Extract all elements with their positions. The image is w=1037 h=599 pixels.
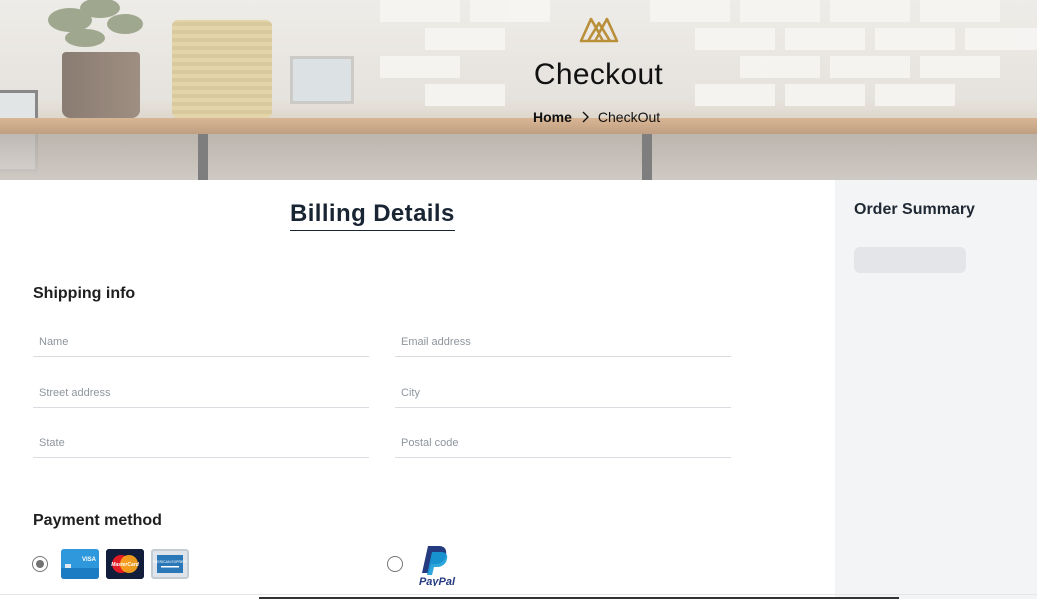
page-title: Checkout (533, 58, 664, 91)
order-summary-heading: Order Summary (854, 201, 975, 218)
postal-code-input[interactable] (395, 423, 731, 458)
paypal-logo-text: PayPal (419, 576, 456, 586)
mastercard-logo-text: MasterCard (111, 562, 139, 568)
name-input[interactable] (33, 322, 369, 357)
order-summary-panel: Order Summary (835, 180, 1037, 599)
breadcrumb-home-link[interactable]: Home (533, 109, 572, 125)
breadcrumb-current: CheckOut (597, 109, 661, 125)
hero-banner: Checkout Home CheckOut (0, 0, 1037, 180)
payment-method-heading: Payment method (33, 512, 162, 529)
billing-details-heading: Billing Details (290, 200, 455, 231)
street-address-input[interactable] (33, 373, 369, 408)
chevron-right-icon (582, 111, 589, 123)
visa-logo-text: VISA (82, 557, 97, 563)
breadcrumb: Home CheckOut (533, 109, 660, 125)
order-summary-loading-placeholder (854, 247, 966, 273)
shipping-info-heading: Shipping info (33, 285, 136, 302)
brand-mountain-icon[interactable] (579, 15, 619, 43)
email-input[interactable] (395, 322, 731, 357)
mastercard-icon: MasterCard (106, 549, 144, 579)
state-input[interactable] (33, 423, 369, 458)
amex-card-icon: AMERICAN EXPRESS (151, 549, 189, 579)
billing-section: Billing Details Shipping info Payment me… (0, 180, 835, 599)
amex-logo-text: AMERICAN EXPRESS (152, 560, 189, 564)
paypal-icon: PayPal (419, 546, 456, 586)
paypal-payment-radio[interactable] (387, 556, 403, 572)
card-payment-radio[interactable] (32, 556, 48, 572)
visa-card-icon: VISA (61, 549, 99, 579)
page-divider (0, 594, 1037, 595)
city-input[interactable] (395, 373, 731, 408)
